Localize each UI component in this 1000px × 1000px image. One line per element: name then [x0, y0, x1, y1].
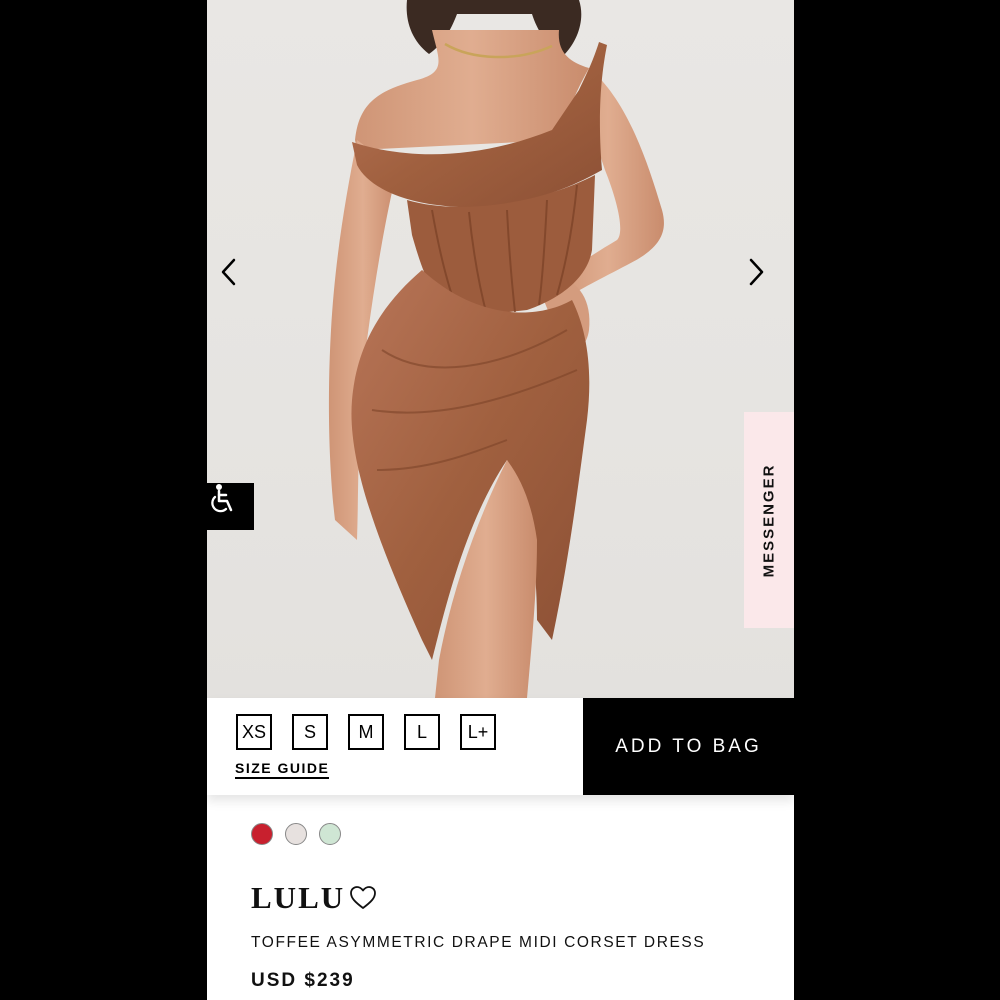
- messenger-label: MESSENGER: [760, 463, 778, 577]
- color-swatch-red[interactable]: [251, 823, 273, 845]
- wishlist-button[interactable]: [349, 885, 377, 916]
- size-selector-bar: XS S M L L+ SIZE GUIDE ADD TO BAG: [207, 698, 794, 795]
- size-guide-link[interactable]: SIZE GUIDE: [235, 760, 330, 779]
- size-option-m[interactable]: M: [348, 714, 384, 750]
- size-option-s[interactable]: S: [292, 714, 328, 750]
- heart-outline-icon: [350, 886, 376, 909]
- color-swatches: [251, 823, 341, 845]
- size-option-l[interactable]: L: [404, 714, 440, 750]
- wheelchair-accessibility-icon: [211, 484, 233, 513]
- color-swatch-mint[interactable]: [319, 823, 341, 845]
- chevron-right-icon: [749, 258, 764, 286]
- product-name: LULU: [251, 880, 346, 915]
- add-to-bag-button[interactable]: ADD TO BAG: [583, 698, 794, 795]
- product-page: MESSENGER XS S M L L+ SIZE GUIDE ADD TO …: [207, 0, 794, 1000]
- size-option-l-plus[interactable]: L+: [460, 714, 496, 750]
- messenger-tab[interactable]: MESSENGER: [744, 412, 794, 628]
- size-option-xs[interactable]: XS: [236, 714, 272, 750]
- chevron-left-icon: [221, 258, 236, 286]
- size-options: XS S M L L+: [236, 714, 496, 750]
- product-image: MESSENGER: [207, 0, 794, 698]
- product-price: USD $239: [251, 970, 355, 991]
- accessibility-button[interactable]: [207, 483, 254, 530]
- carousel-next-button[interactable]: [747, 258, 781, 294]
- product-subtitle: TOFFEE ASYMMETRIC DRAPE MIDI CORSET DRES…: [251, 934, 706, 951]
- carousel-prev-button[interactable]: [220, 258, 254, 294]
- model-photo: [328, 0, 664, 698]
- color-swatch-light-gray[interactable]: [285, 823, 307, 845]
